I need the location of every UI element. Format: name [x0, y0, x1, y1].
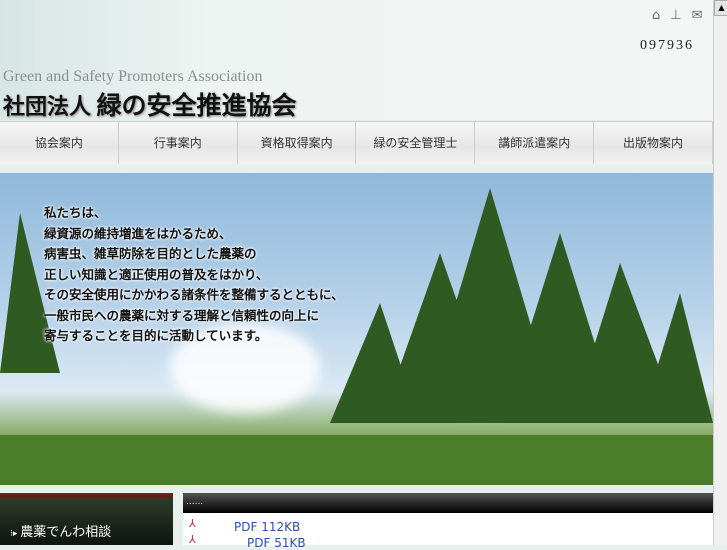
link-label: 農薬でんわ相談 [20, 525, 112, 540]
mission-line: その安全使用にかかわる諸条件を整備するとともに、 [44, 287, 344, 302]
mission-line: 緑資源の維持増進をはかるため、 [44, 225, 232, 241]
content-header: ...... [183, 493, 713, 513]
pdf-link[interactable]: PDF 112KB [234, 520, 300, 534]
mail-icon[interactable]: ✉ [692, 8, 703, 23]
english-name: Green and Safety Promoters Association [3, 68, 263, 85]
content-panel: ...... ⅄ PDF 112KB ⅄ PDF 51KB [183, 493, 713, 550]
pdf-link[interactable]: PDF 51KB [247, 536, 306, 550]
sidebar: ⁝▸ 農薬でんわ相談 [0, 493, 173, 545]
mission-line: 寄与することを目的に活動しています。 [44, 328, 268, 343]
main-nav: 協会案内 行事案内 資格取得案内 緑の安全管理士 講師派遣案内 出版物案内 [0, 121, 713, 164]
scroll-up-button[interactable]: ▲ [714, 0, 727, 16]
pdf-icon: ⅄ [189, 533, 196, 546]
mission-line: 私たちは、 [44, 205, 107, 220]
mission-statement: 私たちは、 緑資源の維持増進をはかるため、 病害虫、雑草防除を目的とした農薬の … [44, 203, 344, 347]
pdf-icon: ⅄ [189, 517, 196, 530]
site-logo[interactable]: 社団法人 緑の安全推進協会 [3, 86, 297, 122]
nav-events[interactable]: 行事案内 [119, 122, 238, 164]
mission-line: 正しい知識と適正使用の普及をはかり、 [44, 266, 269, 282]
vertical-scrollbar[interactable]: ▲ [713, 0, 727, 545]
nav-publications[interactable]: 出版物案内 [594, 122, 713, 164]
logo-prefix: 社団法人 [3, 94, 92, 119]
logo-name: 緑の安全推進協会 [96, 93, 297, 120]
nav-about[interactable]: 協会案内 [0, 122, 119, 164]
sitemap-icon[interactable]: ⊥ [670, 8, 681, 23]
home-icon[interactable]: ⌂ [652, 8, 660, 23]
site-header: ⌂ ⊥ ✉ 097936 Green and Safety Promoters … [0, 0, 713, 120]
mission-line: 一般市民への農薬に対する理解と信頼性の向上に [44, 307, 320, 323]
nav-certification[interactable]: 資格取得案内 [238, 122, 357, 164]
mission-line: 病害虫、雑草防除を目的とした農薬の [44, 246, 257, 261]
pesticide-phone-consult-link[interactable]: ⁝▸ 農薬でんわ相談 [10, 521, 111, 540]
utility-icons: ⌂ ⊥ ✉ [652, 8, 703, 23]
nav-lecturer[interactable]: 講師派遣案内 [475, 122, 595, 164]
nav-safety-manager[interactable]: 緑の安全管理士 [356, 122, 476, 164]
hero-banner: 私たちは、 緑資源の維持増進をはかるため、 病害虫、雑草防除を目的とした農薬の … [0, 173, 713, 485]
bullet-icon: ⁝▸ [10, 529, 21, 539]
visitor-counter: 097936 [640, 38, 694, 53]
